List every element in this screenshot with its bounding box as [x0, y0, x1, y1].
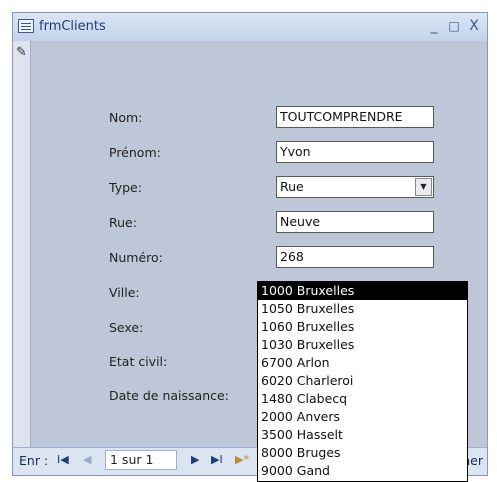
edit-pencil-icon: ✎ — [16, 45, 27, 60]
list-item[interactable]: 6020 Charleroi — [258, 372, 467, 390]
last-record-button[interactable]: ▶I — [211, 453, 223, 466]
label-numero: Numéro: — [109, 250, 163, 265]
form-icon — [18, 19, 34, 33]
list-item[interactable]: 9000 Gand — [258, 462, 467, 480]
list-item[interactable]: 1000 Bruxelles — [258, 282, 467, 300]
list-item[interactable]: 2000 Anvers — [258, 408, 467, 426]
record-selector[interactable]: ✎ — [13, 41, 31, 447]
close-button[interactable]: X — [465, 17, 483, 35]
label-nom: Nom: — [109, 110, 143, 125]
maximize-button[interactable]: □ — [445, 17, 463, 35]
list-item[interactable]: 1050 Bruxelles — [258, 300, 467, 318]
new-record-button[interactable]: ▶* — [235, 453, 249, 466]
label-rue: Rue: — [109, 215, 137, 230]
list-item[interactable]: 1060 Bruxelles — [258, 318, 467, 336]
previous-record-button[interactable]: ◀ — [83, 453, 91, 466]
label-prenom: Prénom: — [109, 145, 161, 160]
ville-dropdown-list[interactable]: 1000 Bruxelles 1050 Bruxelles 1060 Bruxe… — [257, 281, 468, 482]
list-item[interactable]: 1480 Clabecq — [258, 390, 467, 408]
title-bar: frmClients _ □ X — [13, 13, 487, 42]
label-sexe: Sexe: — [109, 320, 144, 335]
prenom-field[interactable]: Yvon — [276, 141, 434, 163]
label-type: Type: — [109, 180, 142, 195]
next-record-button[interactable]: ▶ — [191, 453, 199, 466]
first-record-button[interactable]: I◀ — [57, 453, 69, 466]
minimize-button[interactable]: _ — [425, 17, 443, 35]
record-label: Enr : — [19, 453, 49, 468]
type-value: Rue — [280, 179, 304, 194]
label-date-naissance: Date de naissance: — [109, 388, 229, 403]
chevron-down-icon[interactable]: ▼ — [415, 178, 432, 196]
list-item[interactable]: 6700 Arlon — [258, 354, 467, 372]
list-item[interactable]: 3500 Hasselt — [258, 426, 467, 444]
type-combo[interactable]: Rue ▼ — [276, 176, 434, 198]
list-item[interactable]: 1030 Bruxelles — [258, 336, 467, 354]
numero-field[interactable]: 268 — [276, 246, 434, 268]
label-etat-civil: Etat civil: — [109, 354, 168, 369]
nom-field[interactable]: TOUTCOMPRENDRE — [276, 106, 434, 128]
rue-field[interactable]: Neuve — [276, 211, 434, 233]
record-counter[interactable]: 1 sur 1 — [105, 450, 177, 470]
window-title: frmClients — [39, 19, 106, 34]
list-item[interactable]: 8000 Bruges — [258, 444, 467, 462]
label-ville: Ville: — [109, 285, 140, 300]
